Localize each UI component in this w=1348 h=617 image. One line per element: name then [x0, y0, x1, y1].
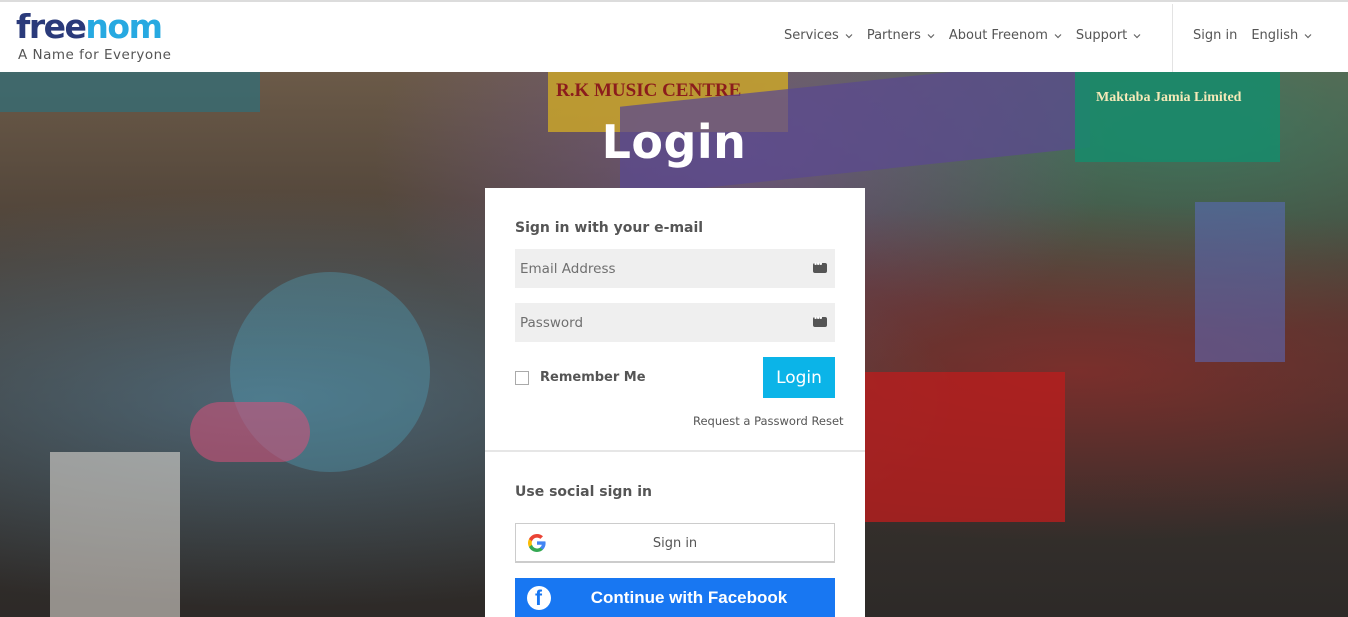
page-title: Login	[601, 115, 747, 169]
nav-sign-in[interactable]: Sign in	[1193, 28, 1237, 43]
card-divider	[485, 450, 865, 452]
language-selector[interactable]: English	[1251, 28, 1312, 43]
login-button[interactable]: Login	[763, 357, 835, 398]
login-card: Sign in with your e-mail Remember Me Log…	[485, 188, 865, 617]
nav-about-freenom[interactable]: About Freenom	[949, 28, 1062, 43]
password-field[interactable]	[515, 303, 835, 342]
nav-partners[interactable]: Partners	[867, 28, 935, 43]
nav-services[interactable]: Services	[784, 28, 853, 43]
facebook-sign-in-button[interactable]: f Continue with Facebook	[515, 578, 835, 617]
remember-me-checkbox[interactable]	[515, 370, 529, 385]
site-header: freenom A Name for Everyone Services Par…	[0, 2, 1348, 74]
chevron-down-icon	[1054, 33, 1062, 38]
nav-support[interactable]: Support	[1076, 28, 1141, 43]
sign-maktaba-text: Maktaba Jamia Limited	[1096, 90, 1242, 105]
chevron-down-icon	[927, 33, 935, 38]
google-button-label: Sign in	[652, 536, 698, 551]
scooter-pink	[190, 402, 310, 462]
rickshaw-seat	[865, 372, 1065, 522]
email-login-heading: Sign in with your e-mail	[515, 220, 704, 236]
google-sign-in-button[interactable]: Sign in	[515, 523, 835, 563]
logo-tagline: A Name for Everyone	[18, 47, 172, 63]
password-reset-link[interactable]: Request a Password Reset	[693, 414, 844, 428]
shirt-blue-right	[1195, 202, 1285, 362]
boy-left	[50, 452, 180, 617]
remember-me[interactable]: Remember Me	[515, 370, 646, 385]
account-nav: Sign in English	[1193, 28, 1326, 43]
header-divider	[1172, 4, 1173, 74]
facebook-button-label: Continue with Facebook	[590, 588, 788, 607]
chevron-down-icon	[1304, 33, 1312, 38]
main-nav: Services Partners About Freenom Support	[784, 28, 1155, 43]
email-login-section: Sign in with your e-mail Remember Me Log…	[485, 188, 865, 450]
remember-me-label: Remember Me	[540, 370, 646, 385]
freenom-logo[interactable]: freenom	[16, 10, 163, 44]
keyboard-icon	[813, 313, 827, 327]
chevron-down-icon	[1133, 33, 1141, 38]
keyboard-icon	[813, 259, 827, 273]
social-login-heading: Use social sign in	[515, 484, 652, 500]
chevron-down-icon	[845, 33, 853, 38]
email-field[interactable]	[515, 249, 835, 288]
awning-left	[0, 72, 260, 112]
